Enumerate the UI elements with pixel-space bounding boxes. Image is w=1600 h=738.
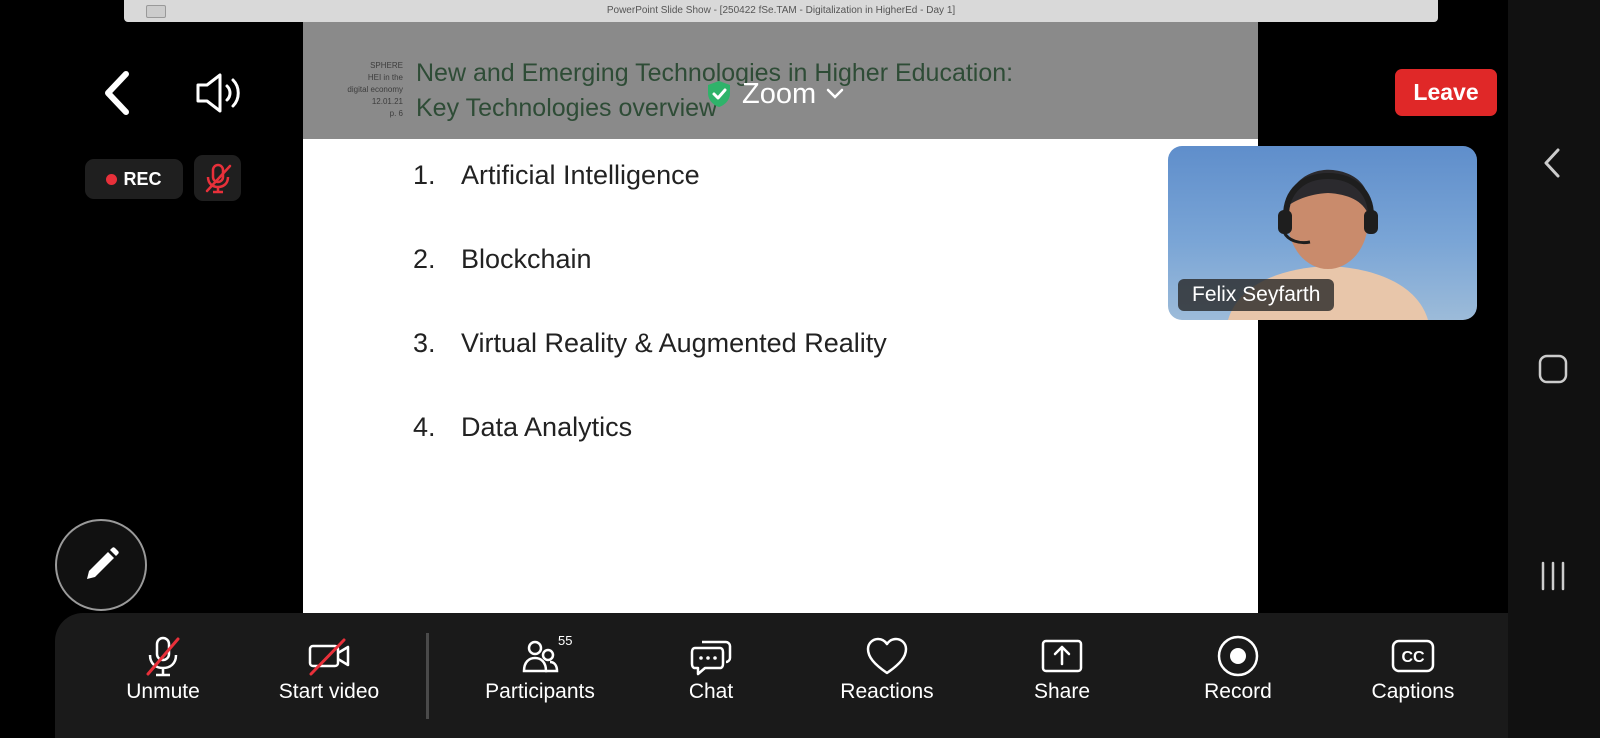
video-off-icon — [308, 638, 350, 676]
item-number: 1. — [413, 160, 436, 190]
closed-captions-icon: CC — [1391, 639, 1435, 673]
shared-window-titlebar: PowerPoint Slide Show - [250422 fSe.TAM … — [124, 0, 1438, 22]
participant-name: Felix Seyfarth — [1178, 279, 1335, 311]
nav-back-icon[interactable] — [1540, 146, 1566, 180]
share-screen-icon — [1041, 639, 1083, 673]
participants-count: 55 — [558, 633, 573, 648]
heart-icon — [866, 637, 908, 675]
item-text: Artificial Intelligence — [461, 160, 700, 190]
slide-list-item: 3. Virtual Reality & Augmented Reality — [413, 328, 887, 412]
back-button[interactable] — [96, 68, 140, 118]
item-number: 4. — [413, 412, 436, 442]
nav-home-icon[interactable] — [1537, 353, 1569, 385]
app-name: Zoom — [742, 77, 817, 110]
chat-label: Chat — [688, 680, 734, 703]
item-text: Blockchain — [461, 244, 592, 274]
captions-button[interactable]: CC Captions — [1338, 613, 1488, 738]
reactions-button[interactable]: Reactions — [812, 613, 962, 738]
share-button[interactable]: Share — [987, 613, 1137, 738]
slide-list-item: 1. Artificial Intelligence — [413, 160, 887, 244]
slide-list: 1. Artificial Intelligence 2. Blockchain 3… — [413, 160, 887, 496]
meeting-info-button[interactable]: Zoom — [706, 72, 844, 116]
speaker-icon — [196, 73, 240, 113]
speaker-button[interactable] — [192, 70, 248, 116]
unmute-label: Unmute — [126, 680, 200, 703]
recording-badge[interactable]: REC — [85, 159, 183, 199]
participant-video-tile[interactable]: Felix Seyfarth — [1168, 146, 1477, 320]
chat-button[interactable]: Chat — [636, 613, 786, 738]
chevron-down-icon — [826, 88, 844, 99]
chevron-left-icon — [105, 71, 129, 115]
leave-button[interactable]: Leave — [1395, 69, 1497, 116]
participants-button[interactable]: 55 Participants — [465, 613, 615, 738]
shared-window-title: PowerPoint Slide Show - [250422 fSe.TAM … — [606, 5, 956, 16]
system-nav-bar — [1508, 0, 1600, 738]
record-button[interactable]: Record — [1163, 613, 1313, 738]
toolbar-divider — [426, 633, 429, 719]
item-text: Virtual Reality & Augmented Reality — [461, 328, 887, 358]
meeting-toolbar: Unmute Start video 55 Participants Chat — [55, 613, 1508, 738]
mic-off-icon — [146, 636, 180, 677]
slide-meta-line: SPHERE — [370, 61, 403, 70]
window-icon — [146, 5, 166, 18]
slide-meta-line: 12.01.21 — [371, 97, 403, 106]
reactions-label: Reactions — [840, 680, 934, 703]
captions-label: Captions — [1371, 680, 1455, 703]
start-video-button[interactable]: Start video — [254, 613, 404, 738]
item-text: Data Analytics — [461, 412, 633, 442]
slide-list-item: 2. Blockchain — [413, 244, 887, 328]
item-number: 2. — [413, 244, 436, 274]
item-number: 3. — [413, 328, 436, 358]
unmute-button[interactable]: Unmute — [88, 613, 238, 738]
record-icon — [1217, 635, 1259, 677]
shield-check-icon — [708, 81, 730, 107]
share-label: Share — [1033, 680, 1091, 703]
slide-meta-line: HEI in the — [367, 73, 403, 82]
participants-icon — [522, 640, 559, 673]
start-video-label: Start video — [278, 680, 380, 703]
record-label: Record — [1204, 680, 1272, 703]
slide-meta: SPHERE HEI in the digital economy 12.01.… — [315, 60, 403, 120]
slide-list-item: 4. Data Analytics — [413, 412, 887, 496]
slide-meta-line: digital economy — [347, 85, 403, 94]
mic-muted-status — [194, 155, 241, 201]
nav-recents-icon[interactable] — [1536, 560, 1570, 592]
svg-text:CC: CC — [1401, 649, 1425, 666]
annotate-button[interactable] — [55, 519, 147, 611]
rec-label: REC — [123, 168, 162, 189]
pencil-icon — [87, 547, 119, 579]
chat-icon — [690, 640, 732, 676]
mic-muted-icon — [205, 163, 231, 194]
slide-meta-line: p. 6 — [389, 109, 403, 118]
record-dot-icon — [106, 173, 118, 185]
participants-label: Participants — [485, 680, 595, 703]
